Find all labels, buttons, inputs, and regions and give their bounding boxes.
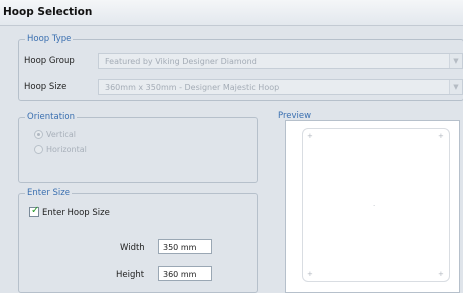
plus-icon: +: [307, 132, 313, 140]
hoop-group-value: Featured by Viking Designer Diamond: [105, 57, 257, 66]
enter-size-legend: Enter Size: [25, 188, 72, 199]
enter-hoop-size-label[interactable]: Enter Hoop Size: [42, 208, 110, 218]
height-label: Height: [116, 270, 145, 280]
plus-icon: ·: [373, 202, 376, 210]
plus-icon: +: [438, 132, 444, 140]
hoop-group-select[interactable]: Featured by Viking Designer Diamond ▼: [98, 53, 463, 69]
chevron-down-icon[interactable]: ▼: [449, 54, 462, 68]
width-field[interactable]: 350 mm: [158, 239, 212, 254]
chevron-down-icon[interactable]: ▼: [449, 80, 462, 94]
title-bar: Hoop Selection: [0, 0, 463, 26]
hoop-size-value: 360mm x 350mm - Designer Majestic Hoop: [105, 83, 280, 92]
hoop-size-select[interactable]: 360mm x 350mm - Designer Majestic Hoop ▼: [98, 79, 463, 95]
orientation-legend: Orientation: [25, 112, 77, 123]
height-field[interactable]: 360 mm: [158, 266, 212, 281]
plus-icon: +: [438, 270, 444, 278]
orientation-option-horizontal[interactable]: Horizontal: [34, 145, 87, 154]
orientation-option-label: Horizontal: [46, 145, 87, 154]
radio-icon[interactable]: [34, 145, 43, 154]
hoop-type-legend: Hoop Type: [25, 34, 74, 45]
check-icon: ✓: [31, 205, 40, 216]
enter-hoop-size-checkbox[interactable]: ✓: [29, 205, 40, 217]
width-label: Width: [120, 243, 145, 253]
radio-icon[interactable]: [34, 130, 43, 139]
hoop-outline: [302, 128, 450, 282]
hoop-size-label: Hoop Size: [24, 82, 67, 92]
orientation-option-vertical[interactable]: Vertical: [34, 130, 76, 139]
hoop-group-label: Hoop Group: [24, 56, 75, 66]
preview-panel: + + · + +: [285, 120, 460, 293]
plus-icon: +: [307, 270, 313, 278]
window-title: Hoop Selection: [3, 6, 93, 18]
orientation-option-label: Vertical: [46, 130, 76, 139]
